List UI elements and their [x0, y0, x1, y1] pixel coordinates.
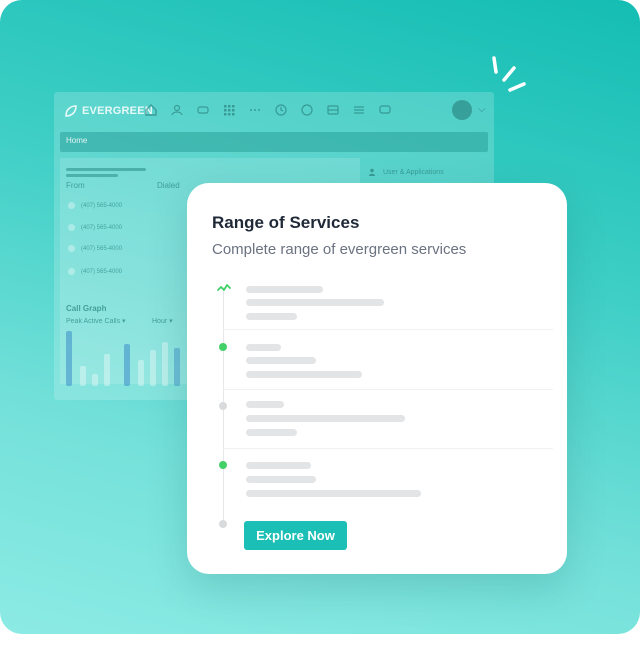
evergreen-logo: EVERGREEN: [64, 104, 153, 118]
status-dot: [68, 224, 75, 231]
status-dot: [68, 245, 75, 252]
status-dot: [68, 268, 75, 275]
placeholder-line: [246, 286, 323, 293]
divider: [223, 329, 553, 330]
graph-bar: [92, 374, 98, 386]
avatar-icon[interactable]: [452, 100, 472, 120]
metric-filter[interactable]: Peak Active Calls ▾: [66, 317, 126, 325]
call-graph-title: Call Graph: [66, 304, 107, 313]
phone-number: (407) 565-4000: [81, 268, 123, 275]
graph-bar: [80, 366, 86, 386]
message-icon[interactable]: [378, 103, 392, 117]
breadcrumb-home[interactable]: Home: [66, 136, 87, 145]
nav-icon-row: [144, 103, 392, 117]
status-dot-done: [219, 461, 227, 469]
grid-icon[interactable]: [222, 103, 236, 117]
clock-icon[interactable]: [274, 103, 288, 117]
phone-number: (407) 565-4000: [81, 202, 123, 209]
more-icon[interactable]: [248, 103, 262, 117]
graph-bar: [124, 344, 130, 386]
list-icon[interactable]: [326, 103, 340, 117]
call-row[interactable]: (407) 565-4000: [68, 202, 122, 209]
graph-bar: [104, 354, 110, 386]
background-top-nav: EVERGREEN ⌵: [54, 92, 494, 130]
users-icon: [369, 168, 375, 176]
card-subtitle: Complete range of evergreen services: [212, 241, 467, 258]
placeholder-line: [246, 401, 284, 408]
hero-frame: EVERGREEN ⌵ Home From Dialed (407) 565-4…: [0, 0, 640, 634]
placeholder-line: [246, 371, 362, 378]
placeholder-line: [246, 462, 311, 469]
placeholder-line: [246, 344, 281, 351]
breadcrumb: Home: [60, 132, 488, 152]
phone-number: (407) 565-4000: [81, 224, 123, 231]
divider: [223, 448, 553, 449]
status-dot-done: [219, 343, 227, 351]
users-apps-text: User & Applications: [383, 168, 444, 176]
column-from: From: [66, 181, 85, 190]
menu-icon[interactable]: [352, 103, 366, 117]
call-row[interactable]: (407) 565-4000: [68, 224, 122, 231]
placeholder-line: [246, 299, 384, 306]
services-card: Range of Services Complete range of ever…: [187, 183, 567, 574]
chat-icon[interactable]: [300, 103, 314, 117]
phone-number: (407) 565-4000: [81, 245, 123, 252]
graph-bar: [162, 342, 168, 386]
graph-bar: [150, 350, 156, 386]
placeholder-line: [246, 490, 421, 497]
graph-bar: [138, 360, 144, 386]
placeholder-line: [66, 168, 146, 171]
graph-bar: [66, 331, 72, 386]
user-icon[interactable]: [170, 103, 184, 117]
placeholder-line: [246, 429, 297, 436]
phone-icon[interactable]: [196, 103, 210, 117]
placeholder-line: [246, 415, 405, 422]
placeholder-line: [246, 476, 316, 483]
logo-icon: [65, 105, 77, 117]
column-dialed: Dialed: [157, 181, 180, 190]
divider: [223, 389, 553, 390]
status-dot: [68, 202, 75, 209]
users-apps-label[interactable]: User & Applications: [369, 168, 444, 176]
placeholder-line: [246, 313, 297, 320]
explore-now-button[interactable]: Explore Now: [244, 521, 347, 550]
chevron-down-icon[interactable]: ⌵: [478, 104, 486, 115]
home-icon[interactable]: [144, 103, 158, 117]
graph-bar: [174, 348, 180, 386]
call-row[interactable]: (407) 565-4000: [68, 245, 122, 252]
card-title: Range of Services: [212, 213, 360, 232]
status-dot-pending: [219, 520, 227, 528]
status-dot-pending: [219, 402, 227, 410]
call-row[interactable]: (407) 565-4000: [68, 268, 122, 275]
activity-pulse-icon: [217, 284, 231, 291]
placeholder-line: [246, 357, 316, 364]
logo-text: EVERGREEN: [82, 105, 153, 117]
period-filter[interactable]: Hour ▾: [152, 317, 173, 325]
sparkle-icon: [492, 56, 526, 92]
placeholder-line: [66, 174, 118, 177]
